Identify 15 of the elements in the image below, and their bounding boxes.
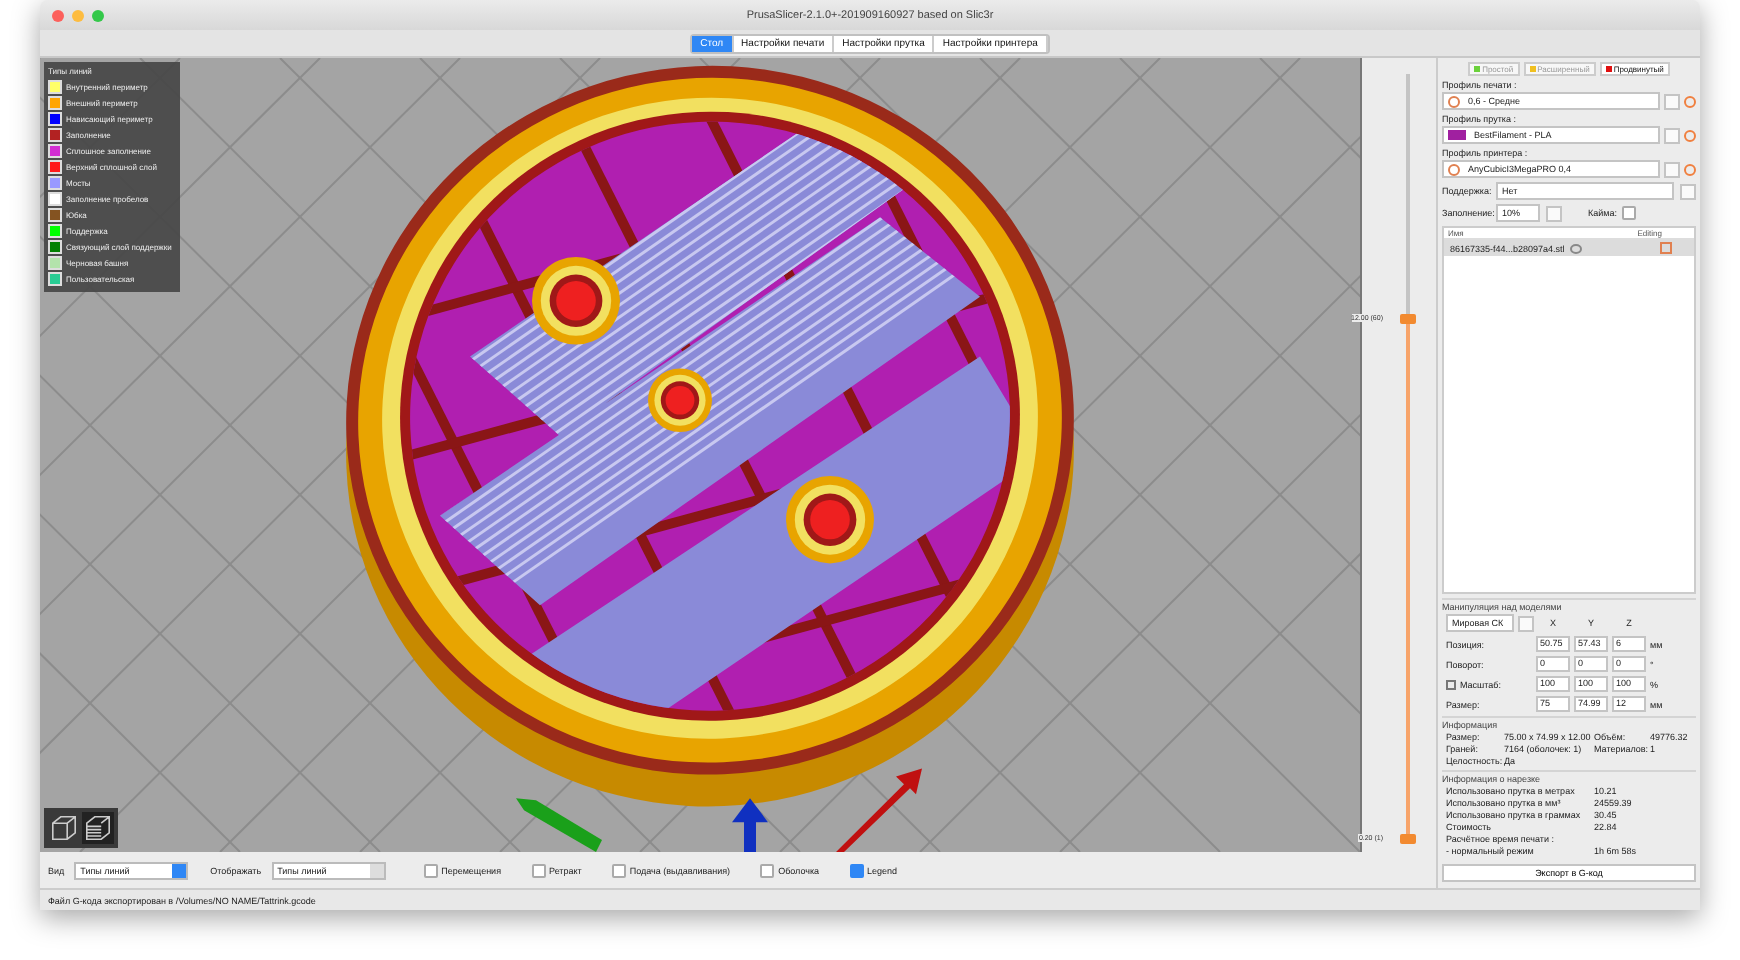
checkbox[interactable]	[531, 863, 546, 877]
slider-thumb[interactable]	[1399, 834, 1415, 844]
zoom-button[interactable]	[92, 9, 104, 21]
close-button[interactable]	[52, 9, 64, 21]
slider-thumb[interactable]	[1399, 313, 1415, 324]
layers-icon[interactable]	[82, 812, 114, 844]
brim-checkbox[interactable]	[1622, 206, 1637, 220]
checkbox[interactable]	[849, 863, 864, 877]
checkbox[interactable]	[611, 863, 626, 877]
checkbox[interactable]	[423, 863, 438, 877]
lock-icon[interactable]	[1446, 679, 1456, 689]
eye-icon	[1570, 243, 1583, 253]
cube-icon[interactable]	[48, 812, 80, 844]
minimize-button[interactable]	[72, 9, 84, 21]
checkbox[interactable]	[760, 863, 775, 877]
